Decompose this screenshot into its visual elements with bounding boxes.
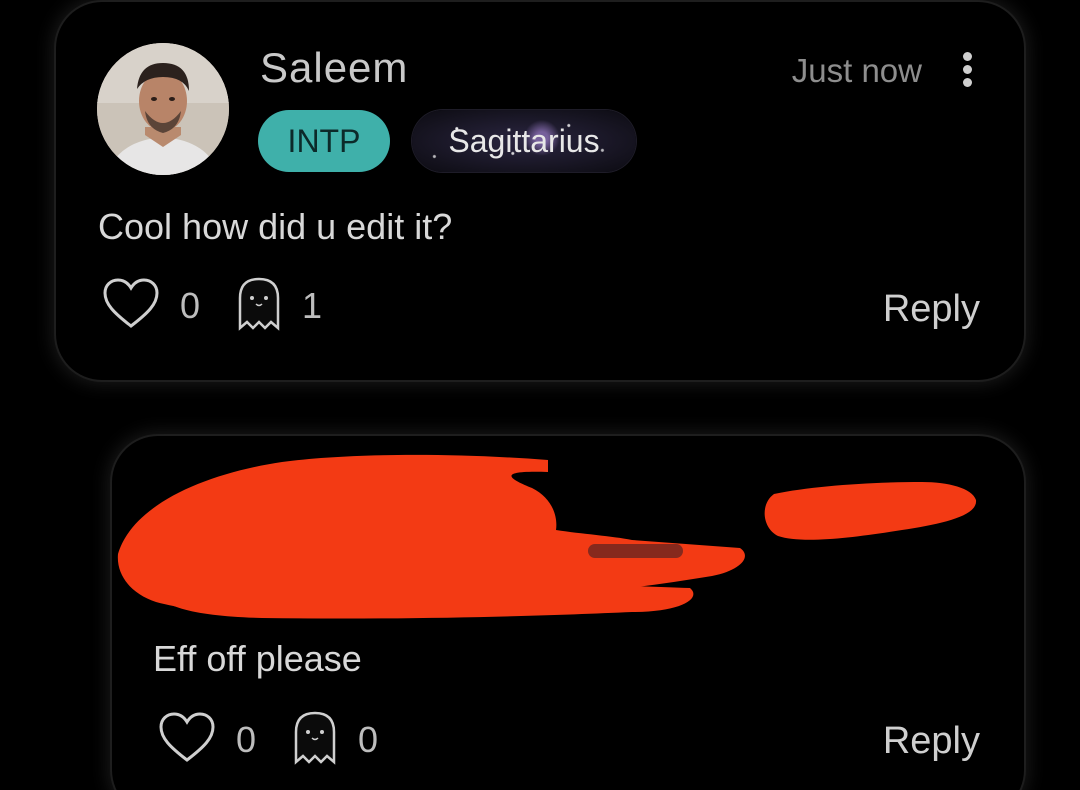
avatar[interactable] — [97, 43, 229, 175]
comment-actions: 0 0 — [158, 710, 414, 771]
ghost-count: 1 — [302, 285, 323, 326]
heart-icon[interactable] — [158, 711, 216, 769]
comment-card: Eff off please 0 0 Reply — [112, 436, 1024, 790]
zodiac-badge[interactable]: Sagittarius — [412, 110, 636, 172]
username[interactable]: Saleem — [260, 44, 408, 92]
like-count: 0 — [180, 285, 201, 326]
heart-icon[interactable] — [102, 277, 160, 335]
ghost-count: 0 — [358, 719, 379, 760]
reply-button[interactable]: Reply — [883, 288, 980, 331]
comment-text: Eff off please — [153, 638, 362, 679]
ghost-icon[interactable] — [236, 276, 282, 337]
ghost-icon[interactable] — [292, 710, 338, 771]
redaction-scribble — [117, 454, 977, 619]
comment-card: Saleem Just now INTP Sagittarius Cool ho… — [56, 2, 1024, 380]
avatar-photo — [97, 43, 229, 175]
mbti-badge[interactable]: INTP — [258, 110, 390, 172]
timestamp: Just now — [791, 52, 922, 89]
comments-screen: Saleem Just now INTP Sagittarius Cool ho… — [0, 0, 1080, 790]
like-count: 0 — [236, 719, 257, 760]
reply-button[interactable]: Reply — [883, 720, 980, 763]
more-vertical-icon[interactable] — [960, 52, 974, 88]
comment-text: Cool how did u edit it? — [98, 206, 453, 247]
comment-actions: 0 1 — [102, 276, 358, 337]
